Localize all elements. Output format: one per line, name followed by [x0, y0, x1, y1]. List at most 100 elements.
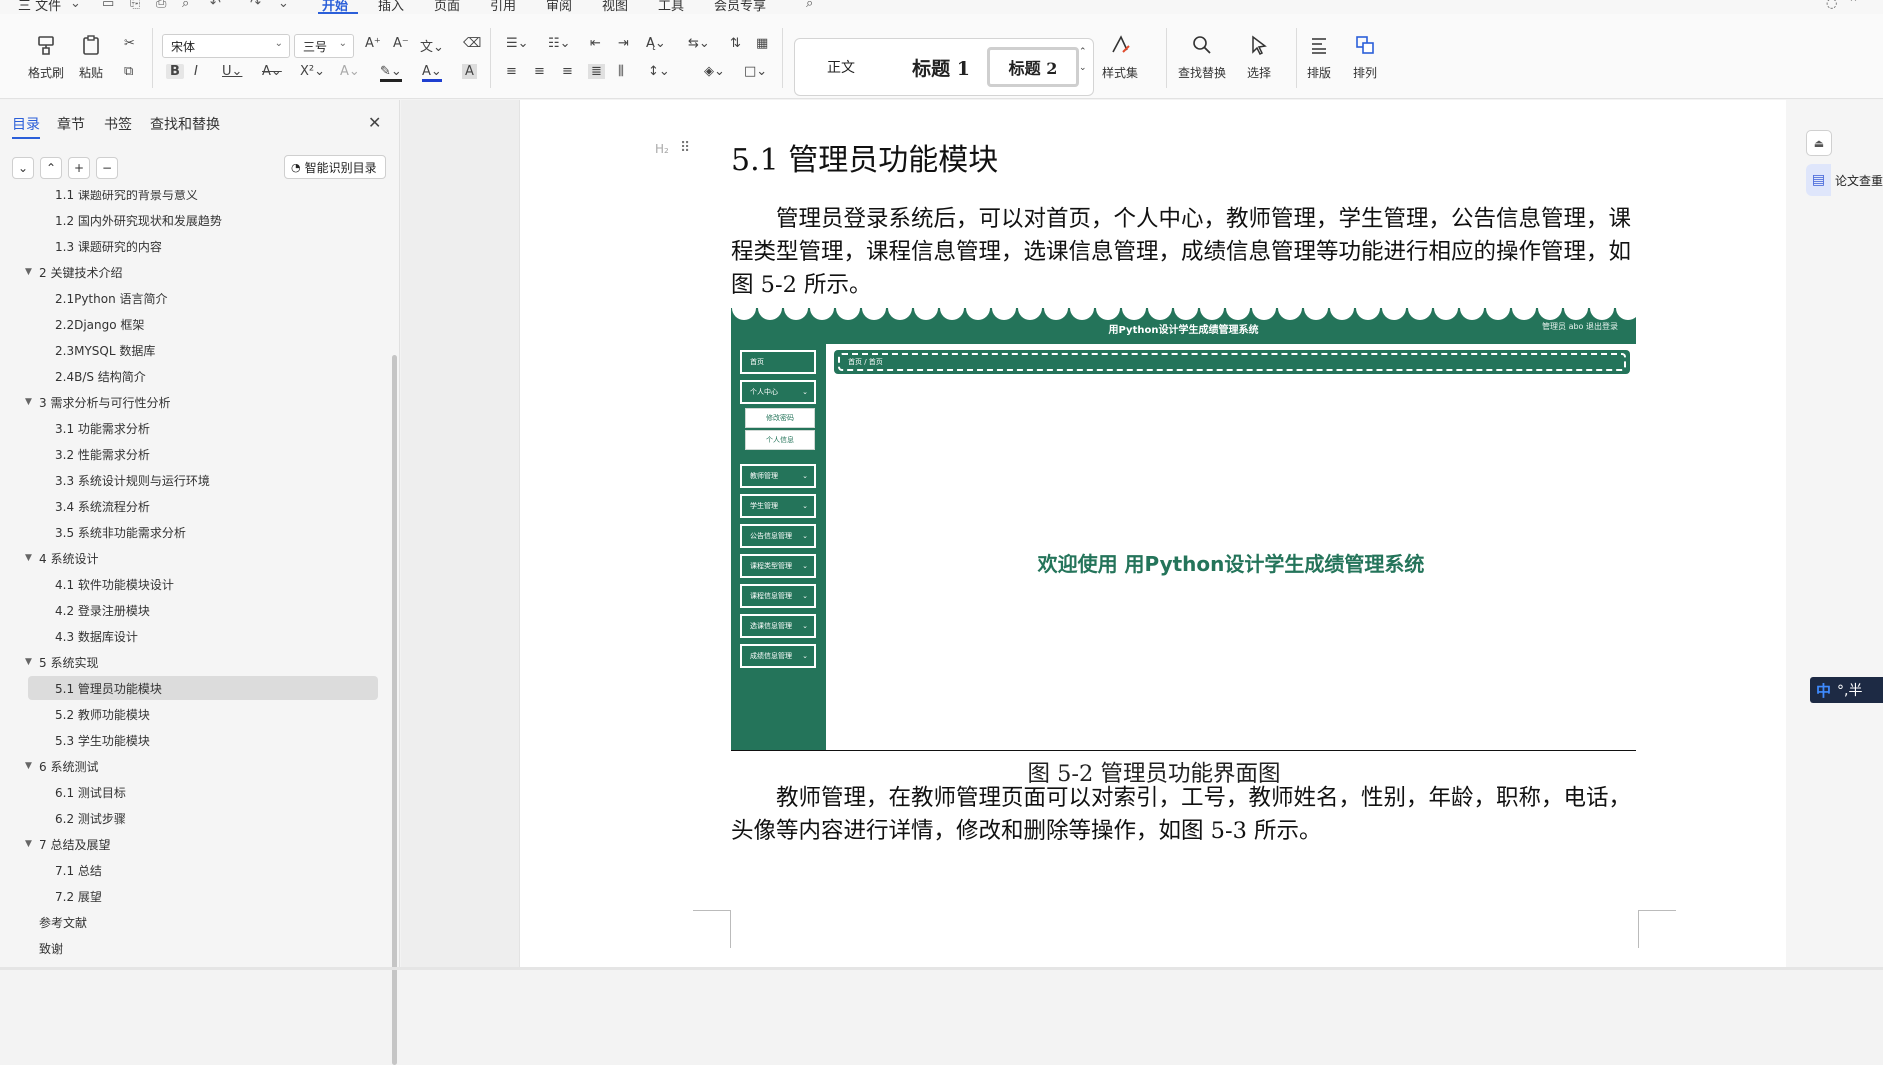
- paper-check-button[interactable]: ▤ 论文查重: [1806, 164, 1883, 196]
- expand-triangle-icon[interactable]: ▼: [25, 267, 32, 277]
- toc-item[interactable]: 2.2Django 框架: [28, 312, 378, 336]
- layout-button[interactable]: 排版: [1306, 32, 1332, 81]
- toc-item[interactable]: 3.3 系统设计规则与运行环境: [28, 468, 378, 492]
- highlight-icon[interactable]: ✎⌄: [380, 64, 402, 82]
- font-grow-icon[interactable]: A⁺: [365, 36, 381, 51]
- search-icon[interactable]: ⌕: [806, 0, 813, 11]
- ime-indicator[interactable]: 中 °,半: [1810, 677, 1883, 703]
- toc-item[interactable]: ▼ 7 总结及展望: [25, 832, 378, 856]
- shading-icon[interactable]: ◈⌄: [704, 64, 725, 79]
- toc-item[interactable]: 5.3 学生功能模块: [28, 728, 378, 752]
- bullet-list-icon[interactable]: ☰⌄: [506, 36, 529, 51]
- toc-item[interactable]: 2.1Python 语言简介: [28, 286, 378, 310]
- toc-item[interactable]: 1.3 课题研究的内容: [28, 234, 378, 258]
- toc-item[interactable]: 3.5 系统非功能需求分析: [28, 520, 378, 544]
- font-name-select[interactable]: 宋体 ⌄: [162, 34, 290, 58]
- align-right-icon[interactable]: ≡: [562, 64, 573, 79]
- toc-item[interactable]: 4.3 数据库设计: [28, 624, 378, 648]
- print-preview-icon[interactable]: ⌕: [182, 0, 189, 11]
- sort-icon[interactable]: ⇅: [730, 36, 741, 51]
- collapse-all-button[interactable]: ⌄: [12, 157, 34, 179]
- text-direction-icon[interactable]: Ą⌄: [646, 36, 666, 51]
- paste-button[interactable]: 粘贴: [78, 32, 104, 81]
- gallery-up-icon[interactable]: ⌃: [1079, 47, 1087, 57]
- heading-level-icon[interactable]: H₂: [655, 142, 669, 156]
- close-icon[interactable]: ✕: [368, 113, 381, 132]
- strikethrough-icon[interactable]: A⌄: [262, 64, 282, 79]
- tab-tools[interactable]: 工具: [658, 0, 684, 14]
- tab-references[interactable]: 引用: [490, 0, 516, 14]
- nav-tab-chapters[interactable]: 章节: [57, 114, 85, 134]
- italic-icon[interactable]: I: [194, 64, 198, 79]
- toc-item[interactable]: 6.1 测试目标: [28, 780, 378, 804]
- toc-item[interactable]: 4.1 软件功能模块设计: [28, 572, 378, 596]
- tab-review[interactable]: 审阅: [546, 0, 572, 14]
- decrease-indent-icon[interactable]: ⇤: [590, 36, 601, 51]
- increase-indent-icon[interactable]: ⇥: [618, 36, 629, 51]
- style-heading-1[interactable]: 标题 1: [891, 47, 991, 87]
- toc-item[interactable]: ▼ 5 系统实现: [25, 650, 378, 674]
- paragraph[interactable]: 管理员登录系统后，可以对首页，个人中心，教师管理，学生管理，公告信息管理，课程类…: [731, 203, 1636, 302]
- text-effect-icon[interactable]: A⌄: [340, 64, 360, 79]
- toc-item[interactable]: 致谢: [28, 936, 378, 960]
- align-left-icon[interactable]: ≡: [506, 64, 517, 79]
- style-heading-2[interactable]: 标题 2: [987, 47, 1079, 87]
- export-icon[interactable]: ⎘: [130, 0, 140, 11]
- toc-item[interactable]: 1.2 国内外研究现状和发展趋势: [28, 208, 378, 232]
- expand-triangle-icon[interactable]: ▼: [25, 553, 32, 563]
- arrange-button[interactable]: 排列: [1352, 32, 1378, 81]
- expand-triangle-icon[interactable]: ▼: [25, 397, 32, 407]
- more-icon[interactable]: ⌄: [278, 0, 289, 11]
- nav-scrollbar[interactable]: [392, 355, 397, 1065]
- char-shading-icon[interactable]: A: [462, 64, 477, 79]
- toc-item[interactable]: ▼ 6 系统测试: [25, 754, 378, 778]
- toc-item[interactable]: 6.2 测试步骤: [28, 806, 378, 830]
- tab-view[interactable]: 视图: [602, 0, 628, 14]
- toc-item[interactable]: 2.3MYSQL 数据库: [28, 338, 378, 362]
- toc-item[interactable]: 5.2 教师功能模块: [28, 702, 378, 726]
- toc-item[interactable]: 3.2 性能需求分析: [28, 442, 378, 466]
- toc-item[interactable]: 3.4 系统流程分析: [28, 494, 378, 518]
- gallery-down-icon[interactable]: ⌄: [1079, 63, 1087, 73]
- line-spacing-icon[interactable]: ↕⌄: [648, 64, 670, 79]
- chat-icon[interactable]: ◌: [1826, 0, 1837, 11]
- redo-icon[interactable]: ↷: [250, 0, 261, 11]
- cut-icon[interactable]: ✂: [124, 36, 135, 51]
- toc-item[interactable]: 参考文献: [28, 910, 378, 934]
- drag-handle-icon[interactable]: ⠿: [680, 140, 690, 156]
- style-normal[interactable]: 正文: [811, 47, 871, 87]
- numbered-list-icon[interactable]: ☷⌄: [548, 36, 571, 51]
- nav-tab-find-replace[interactable]: 查找和替换: [150, 114, 220, 134]
- expand-triangle-icon[interactable]: ▼: [25, 839, 32, 849]
- find-replace-button[interactable]: 查找替换: [1178, 32, 1226, 81]
- expand-up-button[interactable]: ⌃: [40, 157, 62, 179]
- toc-item[interactable]: ▼ 3 需求分析与可行性分析: [25, 390, 378, 414]
- print-icon[interactable]: ⎙: [156, 0, 166, 11]
- collapse-ribbon-icon[interactable]: ⌃: [1848, 0, 1859, 11]
- toc-item[interactable]: 4.2 登录注册模块: [28, 598, 378, 622]
- toc-item[interactable]: 3.1 功能需求分析: [28, 416, 378, 440]
- undo-icon[interactable]: ↶: [210, 0, 221, 11]
- font-shrink-icon[interactable]: A⁻: [393, 36, 409, 51]
- select-button[interactable]: 选择: [1246, 32, 1272, 81]
- copy-icon[interactable]: ⧉: [124, 64, 133, 79]
- nav-tab-bookmarks[interactable]: 书签: [104, 114, 132, 134]
- section-heading[interactable]: 5.1 管理员功能模块: [731, 135, 998, 179]
- toc-item[interactable]: 5.1 管理员功能模块: [28, 676, 378, 700]
- font-size-select[interactable]: 三号 ⌄: [294, 34, 354, 58]
- chevron-down-icon[interactable]: ⌄: [70, 0, 81, 11]
- eraser-icon[interactable]: ⌫: [463, 36, 481, 51]
- expand-triangle-icon[interactable]: ▼: [25, 657, 32, 667]
- toc-item[interactable]: 7.2 展望: [28, 884, 378, 908]
- add-heading-button[interactable]: +: [68, 157, 90, 179]
- document-page[interactable]: H₂ ⠿ 5.1 管理员功能模块 管理员登录系统后，可以对首页，个人中心，教师管…: [519, 100, 1787, 967]
- underline-icon[interactable]: U⌄: [222, 64, 242, 79]
- superscript-icon[interactable]: X²⌄: [300, 64, 325, 79]
- toc-item[interactable]: ▼ 4 系统设计: [25, 546, 378, 570]
- expand-triangle-icon[interactable]: ▼: [25, 761, 32, 771]
- paragraph[interactable]: 教师管理，在教师管理页面可以对索引，工号，教师姓名，性别，年龄，职称，电话，头像…: [731, 782, 1636, 848]
- align-center-icon[interactable]: ≡: [534, 64, 545, 79]
- style-set-button[interactable]: 样式集: [1102, 32, 1138, 81]
- save-icon[interactable]: ▭: [102, 0, 114, 11]
- toc-item[interactable]: 1.1 课题研究的背景与意义: [28, 190, 378, 206]
